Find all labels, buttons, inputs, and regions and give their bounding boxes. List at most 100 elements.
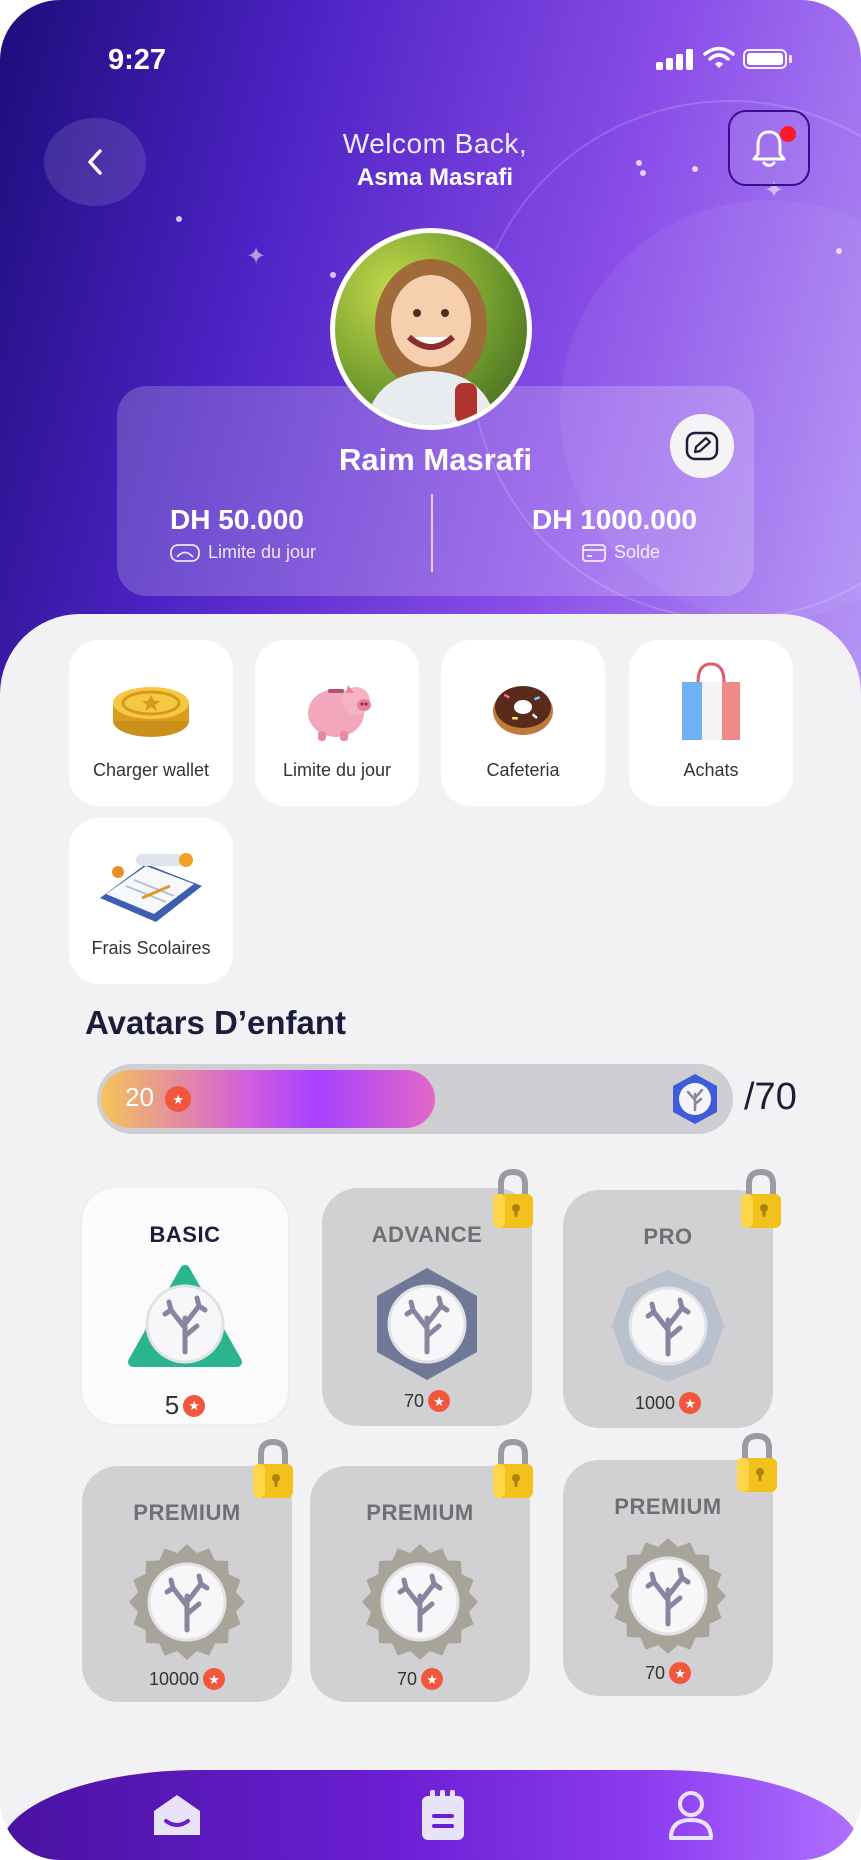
avatar-badge-premium[interactable]: PREMIUM 70 ★ (563, 1460, 773, 1696)
tab-calendar[interactable] (408, 1786, 478, 1844)
tile-label: Frais Scolaires (91, 938, 211, 958)
star-icon: ★ (669, 1662, 692, 1684)
welcome-text: Welcom Back, (342, 128, 528, 159)
badge-cost-value: 70 (644, 1662, 666, 1683)
action-daily-limit[interactable]: Limite du jour (255, 640, 419, 806)
star-icon: ★ (679, 1392, 702, 1414)
star-icon: ★ (183, 1394, 206, 1417)
action-achats[interactable]: Achats (629, 640, 793, 806)
signal-bar (666, 58, 673, 70)
points-progress-bar[interactable]: 20 ★ (97, 1064, 733, 1134)
daily-limit-amount: DH 50.000 (170, 504, 304, 535)
piggy-bank-icon (308, 685, 371, 741)
goal-badge-icon (673, 1074, 717, 1124)
child-avatar[interactable] (330, 228, 532, 430)
coral-medal-icon (128, 1265, 242, 1367)
coral-medal-icon (129, 1544, 245, 1660)
tile-label: Charger wallet (92, 760, 210, 780)
avatar-badge-basic[interactable]: BASIC 5 ★ (80, 1186, 290, 1426)
tab-profile[interactable] (656, 1786, 726, 1844)
card-icon (582, 543, 606, 562)
badge-cost-value: 70 (396, 1668, 418, 1689)
star-icon: ★ (421, 1668, 444, 1690)
coral-medal-icon (612, 1270, 724, 1382)
action-cafeteria[interactable]: Cafeteria (441, 640, 605, 806)
decor-dot (330, 272, 336, 278)
notification-dot (780, 126, 796, 142)
signal-bar (686, 49, 693, 70)
back-button[interactable] (44, 118, 146, 206)
header-hero: ✦ ✦ 9:27 Welcom Back, Asma Masrafi Raim … (0, 0, 861, 700)
daily-limit-label: Limite du jour (208, 542, 317, 562)
gauge-icon (170, 543, 200, 562)
badge-cost: 70 ★ (396, 1668, 444, 1690)
lock-icon (493, 1168, 533, 1228)
profile-icon (669, 1791, 713, 1840)
action-frais-scolaires[interactable]: Frais Scolaires (69, 818, 233, 984)
badge-title: PREMIUM (614, 1494, 722, 1519)
chevron-left-icon (88, 149, 102, 175)
avatars-title: Avatars D’enfant (85, 1004, 347, 1041)
lock-icon (741, 1168, 781, 1228)
signal-bar (676, 54, 683, 70)
badge-cost-value: 70 (403, 1390, 425, 1411)
balance-label: Solde (614, 542, 661, 562)
decor-dot (836, 248, 842, 254)
badge-title: BASIC (149, 1222, 221, 1247)
gold-coin-icon (113, 687, 189, 737)
badge-cost: 1000 ★ (634, 1392, 702, 1414)
shopping-bag-icon (682, 662, 740, 740)
badge-cost-value: 1000 (634, 1392, 676, 1413)
status-icons (656, 46, 792, 70)
badge-cost: 70 ★ (403, 1390, 451, 1412)
battery-icon (743, 49, 787, 69)
child-photo (365, 259, 497, 425)
star-icon: ★ (165, 1086, 192, 1113)
lock-icon (737, 1432, 777, 1492)
battery-cap (789, 55, 792, 63)
lock-icon (493, 1438, 533, 1498)
badge-title: PREMIUM (366, 1500, 474, 1525)
tile-label: Cafeteria (486, 760, 560, 780)
decor-dot (692, 166, 698, 172)
decor-sparkle-icon: ✦ (246, 242, 267, 270)
decor-dot (636, 160, 642, 166)
tab-home[interactable] (142, 1786, 212, 1844)
decor-dot (640, 170, 646, 176)
welcome-block: Welcom Back, Asma Masrafi (260, 128, 610, 192)
decor-dot (176, 216, 182, 222)
daily-limit-stat: DH 50.000 Limite du jour (170, 504, 316, 563)
badge-title: PREMIUM (133, 1500, 241, 1525)
coral-medal-icon (610, 1538, 726, 1654)
home-icon (154, 1795, 200, 1835)
status-time: 9:27 (108, 44, 167, 76)
badge-cost: 10000 ★ (148, 1668, 226, 1690)
calendar-icon (422, 1790, 464, 1840)
badge-cost: 70 ★ (644, 1662, 692, 1684)
coral-medal-icon (362, 1544, 478, 1660)
tile-label: Achats (683, 760, 739, 780)
badge-cost-value: 10000 (148, 1668, 200, 1689)
star-icon: ★ (428, 1390, 451, 1412)
action-charger-wallet[interactable]: Charger wallet (69, 640, 233, 806)
balance-amount: DH 1000.000 (532, 504, 698, 535)
avatar-badge-premium[interactable]: PREMIUM 70 ★ (310, 1466, 530, 1702)
balance-stat: DH 1000.000 Solde (532, 504, 697, 563)
star-icon: ★ (203, 1668, 226, 1690)
progress-value-text: 20 (125, 1082, 154, 1112)
card-divider (431, 494, 433, 572)
signal-icon (656, 62, 663, 70)
notifications-button[interactable] (728, 110, 810, 186)
school-fees-icon (100, 853, 202, 922)
parent-name: Asma Masrafi (356, 164, 514, 191)
tile-label: Limite du jour (282, 760, 392, 780)
child-name: Raim Masrafi (339, 442, 532, 477)
badge-cost-value: 5 (164, 1390, 180, 1420)
badge-cost: 5 ★ (164, 1390, 206, 1421)
lock-icon (253, 1438, 293, 1498)
avatar-badge-premium[interactable]: PREMIUM 10000 ★ (82, 1466, 292, 1702)
badge-title: ADVANCE (371, 1222, 483, 1247)
badge-title: PRO (643, 1224, 693, 1249)
app-screen: ✦ ✦ 9:27 Welcom Back, Asma Masrafi Raim … (0, 0, 861, 1860)
progress-value: 20 ★ (125, 1082, 192, 1113)
